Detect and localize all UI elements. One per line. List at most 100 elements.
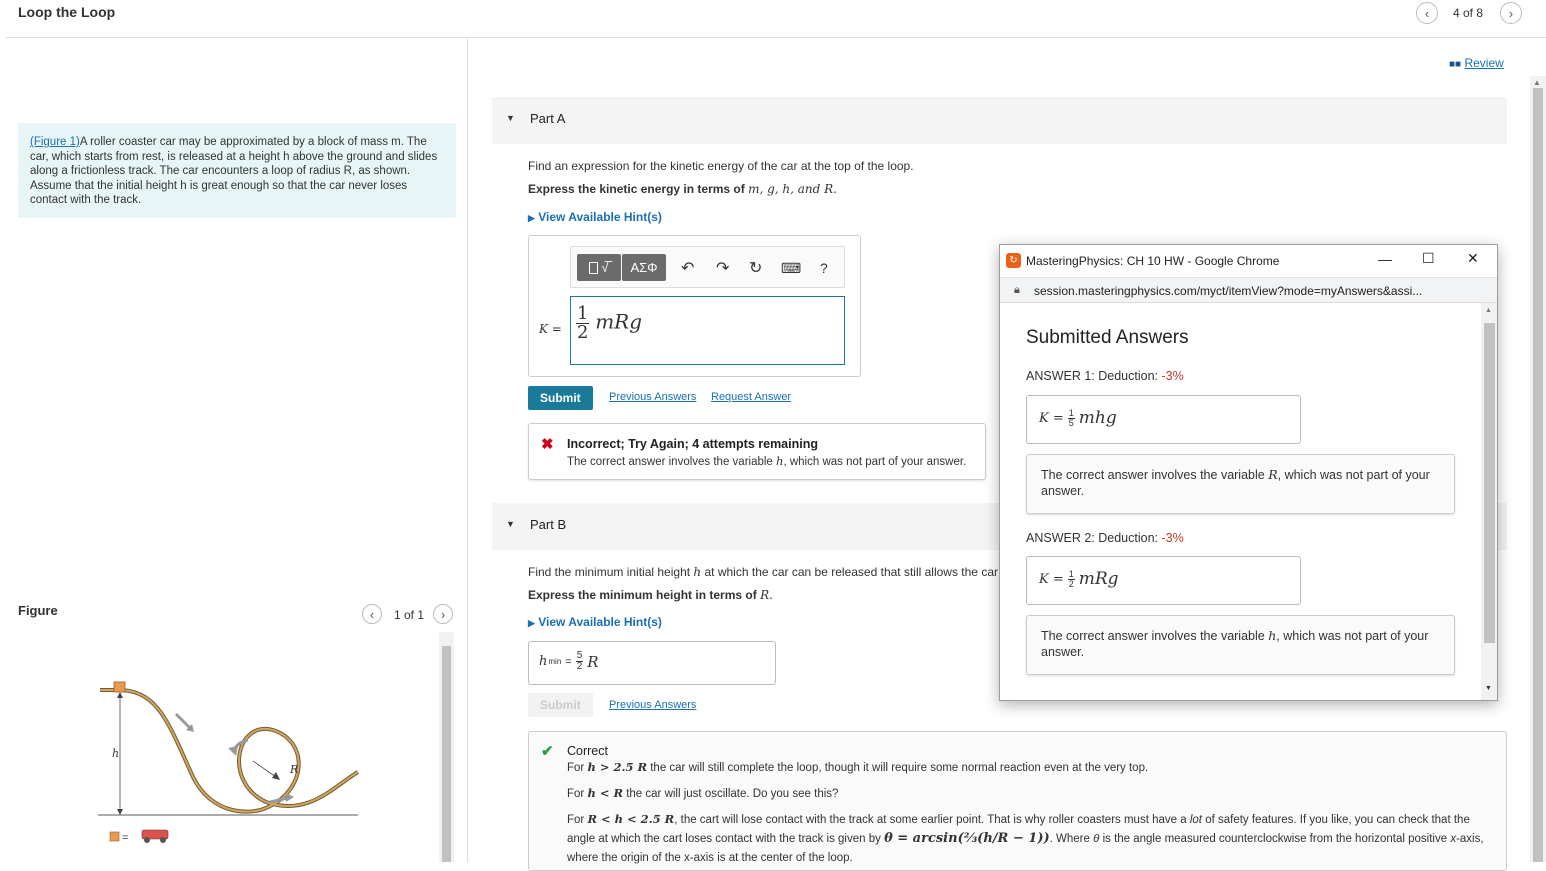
x-icon: ✖ [541,436,554,453]
correct-title: Correct [567,744,608,758]
main-scrollbar-thumb[interactable] [1533,88,1543,862]
radius-arrow [272,772,280,780]
template-box-icon [589,261,599,274]
submitted-answers-heading: Submitted Answers [1026,327,1189,348]
part-b-hints-toggle[interactable]: ▶ View Available Hint(s) [528,615,662,629]
scroll-up-icon[interactable]: ▲ [1485,307,1492,314]
close-icon[interactable]: ✕ [1467,250,1479,267]
review-link[interactable]: ■■ Review [1449,56,1504,70]
motion-arrow-3-head [286,793,294,802]
undo-icon[interactable]: ↶ [681,258,694,278]
chevron-left-icon: ‹ [369,606,375,622]
answer2-deduction-label: Deduction: [1098,531,1159,545]
hints-label: View Available Hint(s) [538,210,662,224]
part-b-previous-answers-link[interactable]: Previous Answers [609,699,696,711]
next-item-button[interactable]: › [1500,2,1522,24]
part-a-instruction: Express the kinetic energy in terms of m… [528,182,837,196]
answer-expression: mRg [595,309,643,334]
part-a-question: Find an expression for the kinetic energ… [528,159,914,173]
answer2-label: ANSWER 2: [1026,531,1095,545]
answer1-rest: mhg [1078,408,1117,428]
r-label: R [289,763,298,776]
height-arrow-bottom [117,809,123,815]
figure-next-button[interactable]: › [433,604,453,624]
motion-arrow-2-head [228,746,238,756]
feedback-prefix: The correct answer involves the variable [567,456,773,468]
scroll-down-icon[interactable]: ▼ [1485,685,1492,692]
figure-link[interactable]: (Figure 1) [30,136,80,148]
correct-line-2: For h < R the car will just oscillate. D… [567,786,838,800]
part-a-previous-answers-link[interactable]: Previous Answers [609,391,696,403]
figure-scrollbar-thumb[interactable] [442,646,451,862]
correct-feedback: ✔ Correct For h > 2.5 R the car will sti… [528,731,1507,871]
help-button[interactable]: ? [820,260,828,276]
scroll-up-icon[interactable]: ▲ [1533,78,1541,87]
prev-item-button[interactable]: ‹ [1416,2,1438,24]
figure-scrollbar[interactable] [439,632,454,862]
answer1-msg-prefix: The correct answer involves the variable [1041,468,1265,482]
symbols-button[interactable]: ΑΣΦ [622,254,666,281]
line2-b: the car will just oscillate. Do you see … [626,788,839,800]
window-titlebar[interactable]: ↻ MasteringPhysics: CH 10 HW - Google Ch… [1000,245,1497,277]
incorrect-feedback: ✖ Incorrect; Try Again; 4 attempts remai… [528,423,986,480]
review-label[interactable]: Review [1464,56,1503,70]
sqrt-icon: √̅ [601,260,609,275]
answer1-header: ANSWER 1: Deduction: -3% [1026,369,1184,383]
address-bar[interactable]: 🔒︎ session.masteringphysics.com/myct/ite… [1000,277,1497,303]
submitted-answers-window: ↻ MasteringPhysics: CH 10 HW - Google Ch… [999,244,1498,701]
answer-expression: R [587,652,599,671]
line2-a: For [567,788,585,800]
figure-prev-button[interactable]: ‹ [362,604,382,624]
templates-button[interactable]: √̅ [577,254,621,281]
radius-line [252,760,277,778]
minimize-icon[interactable]: — [1378,251,1392,267]
part-a-answer-input[interactable]: 12 mRg [570,296,845,365]
part-a-label: Part A [530,111,566,126]
denominator: 2 [1068,578,1074,589]
part-b-question: Find the minimum initial height h at whi… [528,565,1011,579]
part-a-hints-toggle[interactable]: ▶ View Available Hint(s) [528,210,662,224]
keyboard-icon[interactable]: ⌨ [781,260,801,277]
instruction-prefix: Express the kinetic energy in terms of [528,182,745,196]
top-divider [6,37,1546,38]
line4-a: angle at which the cart loses contact wi… [567,833,881,845]
answer2-lhs: K = [1039,571,1064,587]
figure-image: h R = [18,632,454,862]
reset-icon[interactable]: ↻ [749,258,762,278]
popup-scrollbar-thumb[interactable] [1484,323,1495,643]
chevron-right-icon: › [440,606,446,622]
h-label: h [112,747,119,760]
feedback-text: The correct answer involves the variable… [567,454,966,468]
line2-math: h < R [587,786,624,800]
instruction-prefix: Express the minimum height in terms of [528,588,757,602]
equation-toolbar: √̅ ΑΣΦ ↶ ↷ ↻ ⌨ ? [570,246,845,288]
part-a-header[interactable]: ▼ Part A [492,97,1507,144]
answer2-message: The correct answer involves the variable… [1026,615,1455,675]
lock-icon: 🔒︎ [1014,284,1020,296]
answer1-message: The correct answer involves the variable… [1026,454,1455,514]
track-highlight [100,689,359,813]
hmin-symbol: h [539,654,548,669]
answer2-expression: K = 12 mRg [1039,569,1119,589]
numerator: 1 [1067,568,1075,580]
answer2-msg-prefix: The correct answer involves the variable [1041,629,1265,643]
correct-line-5: where the origin of the x-axis is at the… [567,852,853,864]
denominator: 2 [577,322,589,343]
request-answer-link[interactable]: Request Answer [711,391,791,403]
maximize-icon[interactable]: ☐ [1422,250,1435,267]
problem-text: A roller coaster car may be approximated… [30,136,438,206]
figure-pager: 1 of 1 [394,608,425,622]
answer2-box: K = 12 mRg [1026,556,1301,605]
block [113,681,126,693]
part-a-submit-button[interactable]: Submit [528,386,593,410]
line3-a: For [567,814,585,826]
height-arrow-top [117,692,123,698]
redo-icon[interactable]: ↷ [716,258,729,278]
part-b-answer-display: h min = 52 R [528,641,776,685]
answer2-deduction: -3% [1161,531,1184,545]
answer1-deduction: -3% [1161,369,1184,383]
part-b-submit-button[interactable]: Submit [528,693,593,717]
chevron-right-icon: › [1508,5,1514,21]
correct-line-1: For h > 2.5 R the car will still complet… [567,760,1148,774]
line1-a: For [567,762,585,774]
